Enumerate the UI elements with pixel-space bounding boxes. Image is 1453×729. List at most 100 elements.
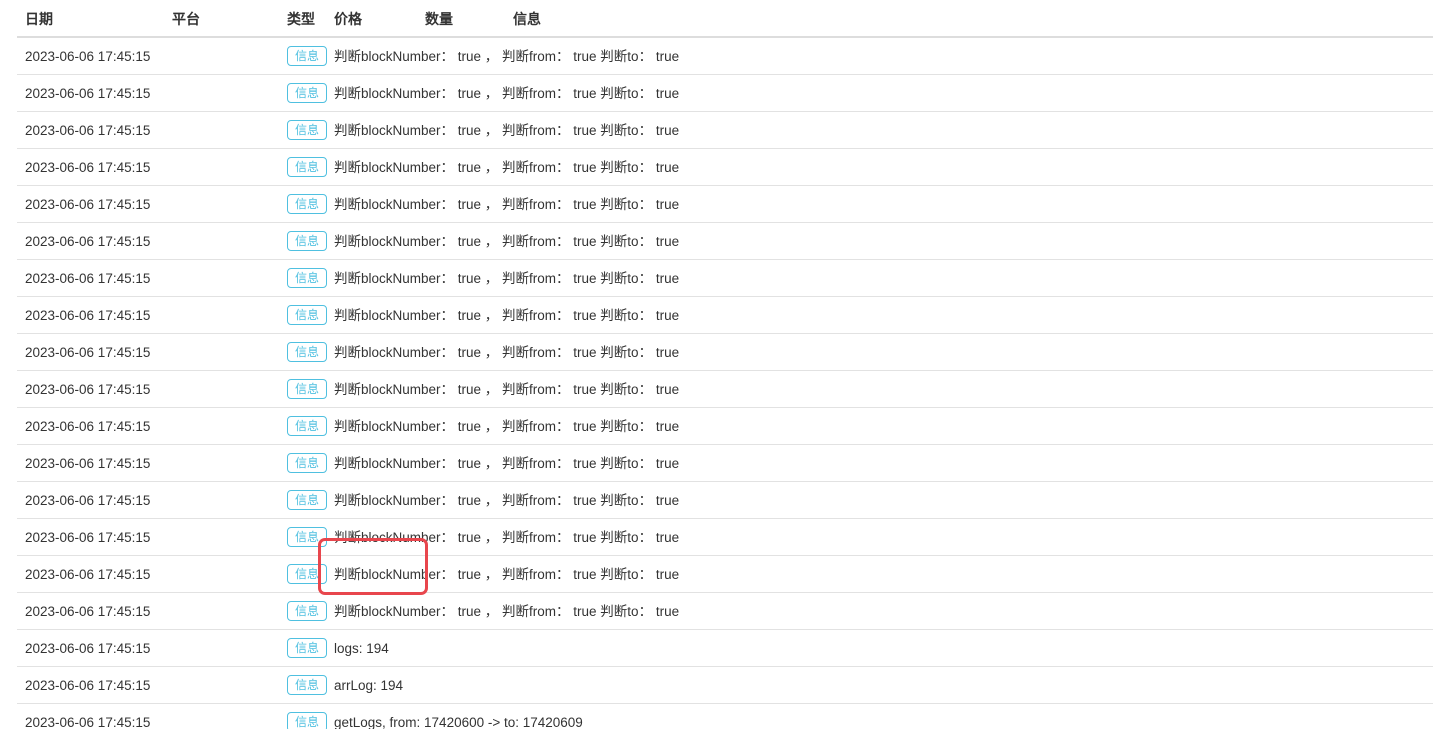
table-row: 2023-06-06 17:45:15 信息 判断blockNumber： tr…	[17, 556, 1433, 593]
row-message: 判断blockNumber： true ， 判断from： true 判断to：…	[326, 297, 1433, 334]
col-header-type: 类型	[279, 3, 326, 37]
table-row: 2023-06-06 17:45:15 信息 判断blockNumber： tr…	[17, 482, 1433, 519]
row-type: 信息	[279, 75, 326, 112]
info-type-badge: 信息	[287, 120, 327, 140]
row-message: 判断blockNumber： true ， 判断from： true 判断to：…	[326, 75, 1433, 112]
info-type-badge: 信息	[287, 83, 327, 103]
row-platform	[164, 112, 279, 149]
table-row: 2023-06-06 17:45:15 信息 判断blockNumber： tr…	[17, 445, 1433, 482]
row-platform	[164, 482, 279, 519]
row-platform	[164, 556, 279, 593]
table-row: 2023-06-06 17:45:15 信息 判断blockNumber： tr…	[17, 112, 1433, 149]
info-type-badge: 信息	[287, 675, 327, 695]
info-type-badge: 信息	[287, 157, 327, 177]
col-header-info: 信息	[505, 3, 1433, 37]
table-row: 2023-06-06 17:45:15 信息 判断blockNumber： tr…	[17, 519, 1433, 556]
table-row: 2023-06-06 17:45:15 信息 判断blockNumber： tr…	[17, 334, 1433, 371]
row-message: 判断blockNumber： true ， 判断from： true 判断to：…	[326, 482, 1433, 519]
row-platform	[164, 186, 279, 223]
table-row: 2023-06-06 17:45:15 信息 判断blockNumber： tr…	[17, 371, 1433, 408]
row-type: 信息	[279, 630, 326, 667]
row-message: 判断blockNumber： true ， 判断from： true 判断to：…	[326, 445, 1433, 482]
row-type: 信息	[279, 334, 326, 371]
row-date: 2023-06-06 17:45:15	[17, 482, 164, 519]
table-row: 2023-06-06 17:45:15 信息 判断blockNumber： tr…	[17, 149, 1433, 186]
row-message: 判断blockNumber： true ， 判断from： true 判断to：…	[326, 223, 1433, 260]
info-type-badge: 信息	[287, 231, 327, 251]
table-row: 2023-06-06 17:45:15 信息 判断blockNumber： tr…	[17, 75, 1433, 112]
row-date: 2023-06-06 17:45:15	[17, 112, 164, 149]
info-type-badge: 信息	[287, 453, 327, 473]
row-platform	[164, 445, 279, 482]
row-platform	[164, 334, 279, 371]
row-date: 2023-06-06 17:45:15	[17, 704, 164, 729]
row-message: 判断blockNumber： true ， 判断from： true 判断to：…	[326, 556, 1433, 593]
row-date: 2023-06-06 17:45:15	[17, 297, 164, 334]
row-date: 2023-06-06 17:45:15	[17, 519, 164, 556]
log-table-body: 2023-06-06 17:45:15 信息 判断blockNumber： tr…	[17, 37, 1433, 729]
row-type: 信息	[279, 667, 326, 704]
row-platform	[164, 519, 279, 556]
log-table: 日期 平台 类型 价格 数量 信息 2023-06-06 17:45:15 信息…	[17, 3, 1433, 729]
row-type: 信息	[279, 408, 326, 445]
row-date: 2023-06-06 17:45:15	[17, 334, 164, 371]
row-platform	[164, 371, 279, 408]
info-type-badge: 信息	[287, 305, 327, 325]
row-type: 信息	[279, 37, 326, 75]
row-message: 判断blockNumber： true ， 判断from： true 判断to：…	[326, 519, 1433, 556]
row-type: 信息	[279, 704, 326, 729]
info-type-badge: 信息	[287, 379, 327, 399]
header-row: 日期 平台 类型 价格 数量 信息	[17, 3, 1433, 37]
table-row: 2023-06-06 17:45:15 信息 判断blockNumber： tr…	[17, 223, 1433, 260]
row-message: 判断blockNumber： true ， 判断from： true 判断to：…	[326, 37, 1433, 75]
info-type-badge: 信息	[287, 268, 327, 288]
info-type-badge: 信息	[287, 527, 327, 547]
row-message: 判断blockNumber： true ， 判断from： true 判断to：…	[326, 260, 1433, 297]
row-platform	[164, 37, 279, 75]
row-platform	[164, 260, 279, 297]
row-message: 判断blockNumber： true ， 判断from： true 判断to：…	[326, 334, 1433, 371]
row-type: 信息	[279, 297, 326, 334]
row-date: 2023-06-06 17:45:15	[17, 223, 164, 260]
row-message: 判断blockNumber： true ， 判断from： true 判断to：…	[326, 112, 1433, 149]
table-row: 2023-06-06 17:45:15 信息 判断blockNumber： tr…	[17, 593, 1433, 630]
row-platform	[164, 667, 279, 704]
table-row: 2023-06-06 17:45:15 信息 logs: 194	[17, 630, 1433, 667]
row-platform	[164, 704, 279, 729]
info-type-badge: 信息	[287, 194, 327, 214]
row-platform	[164, 149, 279, 186]
row-message: 判断blockNumber： true ， 判断from： true 判断to：…	[326, 408, 1433, 445]
row-date: 2023-06-06 17:45:15	[17, 37, 164, 75]
row-date: 2023-06-06 17:45:15	[17, 186, 164, 223]
row-message: 判断blockNumber： true ， 判断from： true 判断to：…	[326, 593, 1433, 630]
row-type: 信息	[279, 186, 326, 223]
row-date: 2023-06-06 17:45:15	[17, 445, 164, 482]
row-type: 信息	[279, 519, 326, 556]
row-type: 信息	[279, 223, 326, 260]
log-table-header: 日期 平台 类型 价格 数量 信息	[17, 3, 1433, 37]
col-header-date: 日期	[17, 3, 164, 37]
table-row: 2023-06-06 17:45:15 信息 判断blockNumber： tr…	[17, 408, 1433, 445]
row-date: 2023-06-06 17:45:15	[17, 556, 164, 593]
row-message: 判断blockNumber： true ， 判断from： true 判断to：…	[326, 186, 1433, 223]
info-type-badge: 信息	[287, 601, 327, 621]
row-type: 信息	[279, 260, 326, 297]
row-type: 信息	[279, 112, 326, 149]
row-platform	[164, 593, 279, 630]
info-type-badge: 信息	[287, 564, 327, 584]
row-type: 信息	[279, 593, 326, 630]
row-date: 2023-06-06 17:45:15	[17, 630, 164, 667]
row-type: 信息	[279, 371, 326, 408]
row-type: 信息	[279, 482, 326, 519]
info-type-badge: 信息	[287, 490, 327, 510]
info-type-badge: 信息	[287, 342, 327, 362]
table-row: 2023-06-06 17:45:15 信息 getLogs, from: 17…	[17, 704, 1433, 729]
row-platform	[164, 223, 279, 260]
row-date: 2023-06-06 17:45:15	[17, 371, 164, 408]
row-date: 2023-06-06 17:45:15	[17, 408, 164, 445]
row-date: 2023-06-06 17:45:15	[17, 593, 164, 630]
info-type-badge: 信息	[287, 638, 327, 658]
col-header-price: 价格	[326, 3, 417, 37]
row-message: arrLog: 194	[326, 667, 1433, 704]
row-platform	[164, 297, 279, 334]
